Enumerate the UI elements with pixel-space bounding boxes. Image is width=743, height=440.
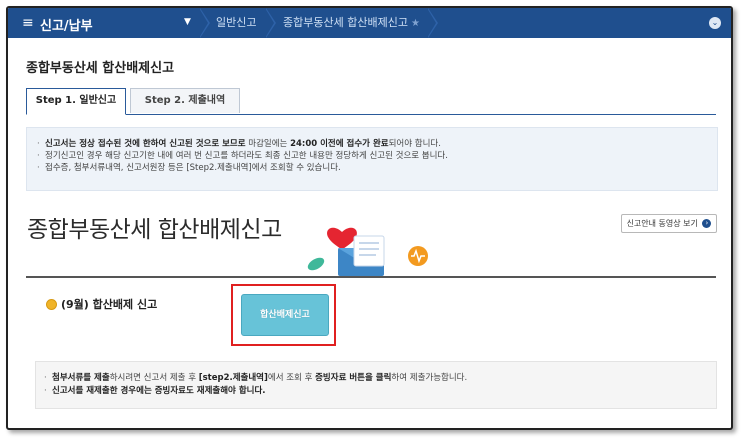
arrow-circle-right-icon: › <box>702 219 712 228</box>
hero-title: 종합부동산세 합산배제신고 <box>27 217 282 243</box>
nav-menu-title[interactable]: 신고/납부 <box>40 15 93 34</box>
envelope-heart-illustration <box>307 227 428 276</box>
section-label: (9월) 합산배제 신고 <box>61 298 158 311</box>
aggregate-exclusion-report-button[interactable]: 합산배제신고 <box>241 294 329 336</box>
hamburger-icon[interactable]: ≡ <box>22 15 34 31</box>
chevron-down-circle-icon[interactable]: ⌄ <box>709 17 721 29</box>
page-title: 종합부동산세 합산배제신고 <box>26 61 175 76</box>
breadcrumb-separator-inner <box>427 8 436 38</box>
footer-notice-item: 첨부서류를 제출하시려면 신고서 제출 후 [step2.제출내역]에서 조회 … <box>44 372 716 385</box>
breadcrumb-current-label: 종합부동산세 합산배제신고 <box>283 16 408 29</box>
top-navigation-bar: ≡ 신고/납부 ▼ 일반신고 종합부동산세 합산배제신고 ★ ⌄ <box>8 8 731 38</box>
breadcrumb-general-report[interactable]: 일반신고 <box>216 8 256 38</box>
footer-notice-item: 신고서를 재제출한 경우에는 증빙자료도 재제출해야 합니다. <box>44 385 716 398</box>
notice-item: 접수증, 첨부서류내역, 신고서원장 등은 [Step2.제출내역]에서 조회할… <box>37 162 717 174</box>
step-tabs: Step 1. 일반신고 Step 2. 제출내역 <box>26 88 716 115</box>
breadcrumb-separator-inner <box>199 8 208 38</box>
star-icon[interactable]: ★ <box>411 18 420 29</box>
tab-step1-general-report[interactable]: Step 1. 일반신고 <box>26 88 126 115</box>
tab-step2-submission-history[interactable]: Step 2. 제출내역 <box>130 88 240 113</box>
notice-box: 신고서는 정상 접수된 것에 한하여 신고된 것으로 보므로 마감일에는 24:… <box>26 127 718 191</box>
caret-down-icon[interactable]: ▼ <box>184 17 191 27</box>
video-guide-label: 신고안내 동영상 보기 <box>626 219 698 228</box>
section-divider <box>26 276 716 278</box>
notice-item: 신고서는 정상 접수된 것에 한하여 신고된 것으로 보므로 마감일에는 24:… <box>37 138 717 150</box>
yellow-dot-icon <box>46 299 57 310</box>
notice-item: 정기신고인 경우 해당 신고기한 내에 여러 번 신고를 하더라도 최종 신고한… <box>37 150 717 162</box>
breadcrumb-separator-inner <box>265 8 274 38</box>
app-window: ≡ 신고/납부 ▼ 일반신고 종합부동산세 합산배제신고 ★ ⌄ 종합부동산세 합… <box>6 6 733 430</box>
video-guide-link[interactable]: 신고안내 동영상 보기 › <box>621 214 717 233</box>
footer-notice-box: 첨부서류를 제출하시려면 신고서 제출 후 [step2.제출내역]에서 조회 … <box>35 361 717 409</box>
breadcrumb-current-page[interactable]: 종합부동산세 합산배제신고 ★ <box>283 8 420 38</box>
